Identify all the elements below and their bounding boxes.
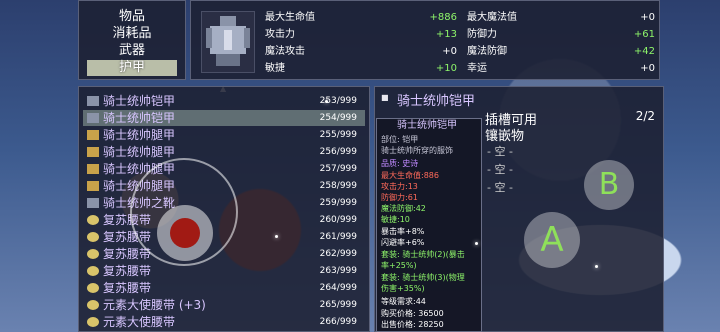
joystick-knob-center	[170, 218, 200, 248]
belt-icon	[87, 283, 99, 293]
belt-icon	[87, 300, 99, 310]
page-indicator: 2/2	[635, 109, 655, 123]
belt-icon	[87, 266, 99, 276]
category-items[interactable]: 物品	[79, 9, 185, 25]
list-item[interactable]: 复苏腰带 263/999	[83, 263, 365, 279]
sparkle	[595, 265, 598, 268]
tooltip-line: 伤害+35%)	[381, 284, 425, 293]
list-item[interactable]: 复苏腰带 262/999	[83, 246, 365, 262]
armor-icon	[87, 113, 99, 123]
empty-slot-1[interactable]: - 空 -	[487, 143, 513, 159]
inlay-label: 镶嵌物	[485, 129, 525, 144]
stat-max-mp: 最大魔法值 +0	[467, 12, 655, 23]
armor-icon	[87, 96, 99, 106]
stat-max-hp: 最大生命值 +886	[265, 12, 457, 23]
category-armor[interactable]: 护甲	[87, 60, 177, 76]
stat-defense: 防御力 +61	[467, 29, 655, 40]
tooltip-line: 骑士统帅所穿的服饰	[381, 146, 453, 155]
list-item[interactable]: 复苏腰带 264/999	[83, 280, 365, 296]
stat-luck: 幸运 +0	[467, 63, 655, 74]
leggings-icon	[87, 181, 99, 191]
list-item[interactable]: 元素大使腰带 (+3) 265/999	[83, 297, 365, 313]
detail-title: 骑士统帅铠甲	[397, 94, 476, 109]
a-button[interactable]: A	[524, 212, 580, 268]
stat-attack: 攻击力 +13	[265, 29, 457, 40]
stat-magic-defense: 魔法防御 +42	[467, 46, 655, 57]
boots-icon	[87, 198, 99, 208]
sparkle	[475, 242, 478, 245]
empty-slot-3[interactable]: - 空 -	[487, 179, 513, 195]
sparkle	[275, 235, 278, 238]
list-item-selected[interactable]: 骑士统帅铠甲 254/999	[83, 110, 365, 126]
armor-icon: ■	[381, 93, 389, 102]
belt-icon	[87, 249, 99, 259]
b-button[interactable]: B	[584, 160, 634, 210]
tooltip-line: 魔法防御:42	[381, 204, 426, 213]
tooltip-line: 套装: 骑士统帅(2)(暴击	[381, 250, 465, 259]
belt-icon	[87, 232, 99, 242]
tooltip-line: 攻击力:13	[381, 182, 418, 191]
list-item[interactable]: 骑士统帅腿甲 256/999	[83, 144, 365, 160]
category-weapons[interactable]: 武器	[79, 43, 185, 59]
tooltip-line: 等级需求:44	[381, 297, 426, 306]
item-tooltip: 骑士统帅铠甲 部位: 铠甲 骑士统帅所穿的服饰 品质: 史诗 最大生命值:886…	[376, 118, 482, 332]
stat-magic-attack: 魔法攻击 +0	[265, 46, 457, 57]
tooltip-line: 品质: 史诗	[381, 159, 419, 168]
tooltip-line: 敏捷:10	[381, 215, 410, 224]
tooltip-line: 套装: 骑士统帅(3)(物理	[381, 273, 465, 282]
category-panel: 物品 消耗品 武器 护甲	[78, 0, 186, 80]
stat-agility: 敏捷 +10	[265, 63, 457, 74]
tooltip-line: 闪避率+6%	[381, 238, 425, 247]
tooltip-line: 出售价格: 28250	[381, 320, 444, 329]
belt-icon	[87, 317, 99, 327]
list-item[interactable]: 骑士统帅铠甲 253/999	[83, 93, 365, 109]
sparkle	[325, 100, 328, 103]
tooltip-line: 暴击率+8%	[381, 227, 425, 236]
category-consumables[interactable]: 消耗品	[79, 26, 185, 42]
empty-slot-2[interactable]: - 空 -	[487, 161, 513, 177]
tooltip-line: 防御力:61	[381, 193, 418, 202]
list-item[interactable]: 骑士统帅腿甲 255/999	[83, 127, 365, 143]
list-item[interactable]: 骑士统帅腿甲 257/999	[83, 161, 365, 177]
tooltip-line: 最大生命值:886	[381, 171, 439, 180]
tooltip-line: 购买价格: 36500	[381, 309, 444, 318]
leggings-icon	[87, 164, 99, 174]
armor-preview-icon	[201, 11, 255, 73]
tooltip-line: 部位: 铠甲	[381, 135, 419, 144]
leggings-icon	[87, 130, 99, 140]
leggings-icon	[87, 147, 99, 157]
tooltip-line: 率+25%)	[381, 261, 417, 270]
tooltip-title: 骑士统帅铠甲	[397, 120, 457, 131]
stats-panel: 最大生命值 +886 攻击力 +13 魔法攻击 +0 敏捷 +10 最大魔法值 +0 防御…	[190, 0, 660, 80]
list-item[interactable]: 元素大使腰带 266/999	[83, 314, 365, 330]
belt-icon	[87, 215, 99, 225]
